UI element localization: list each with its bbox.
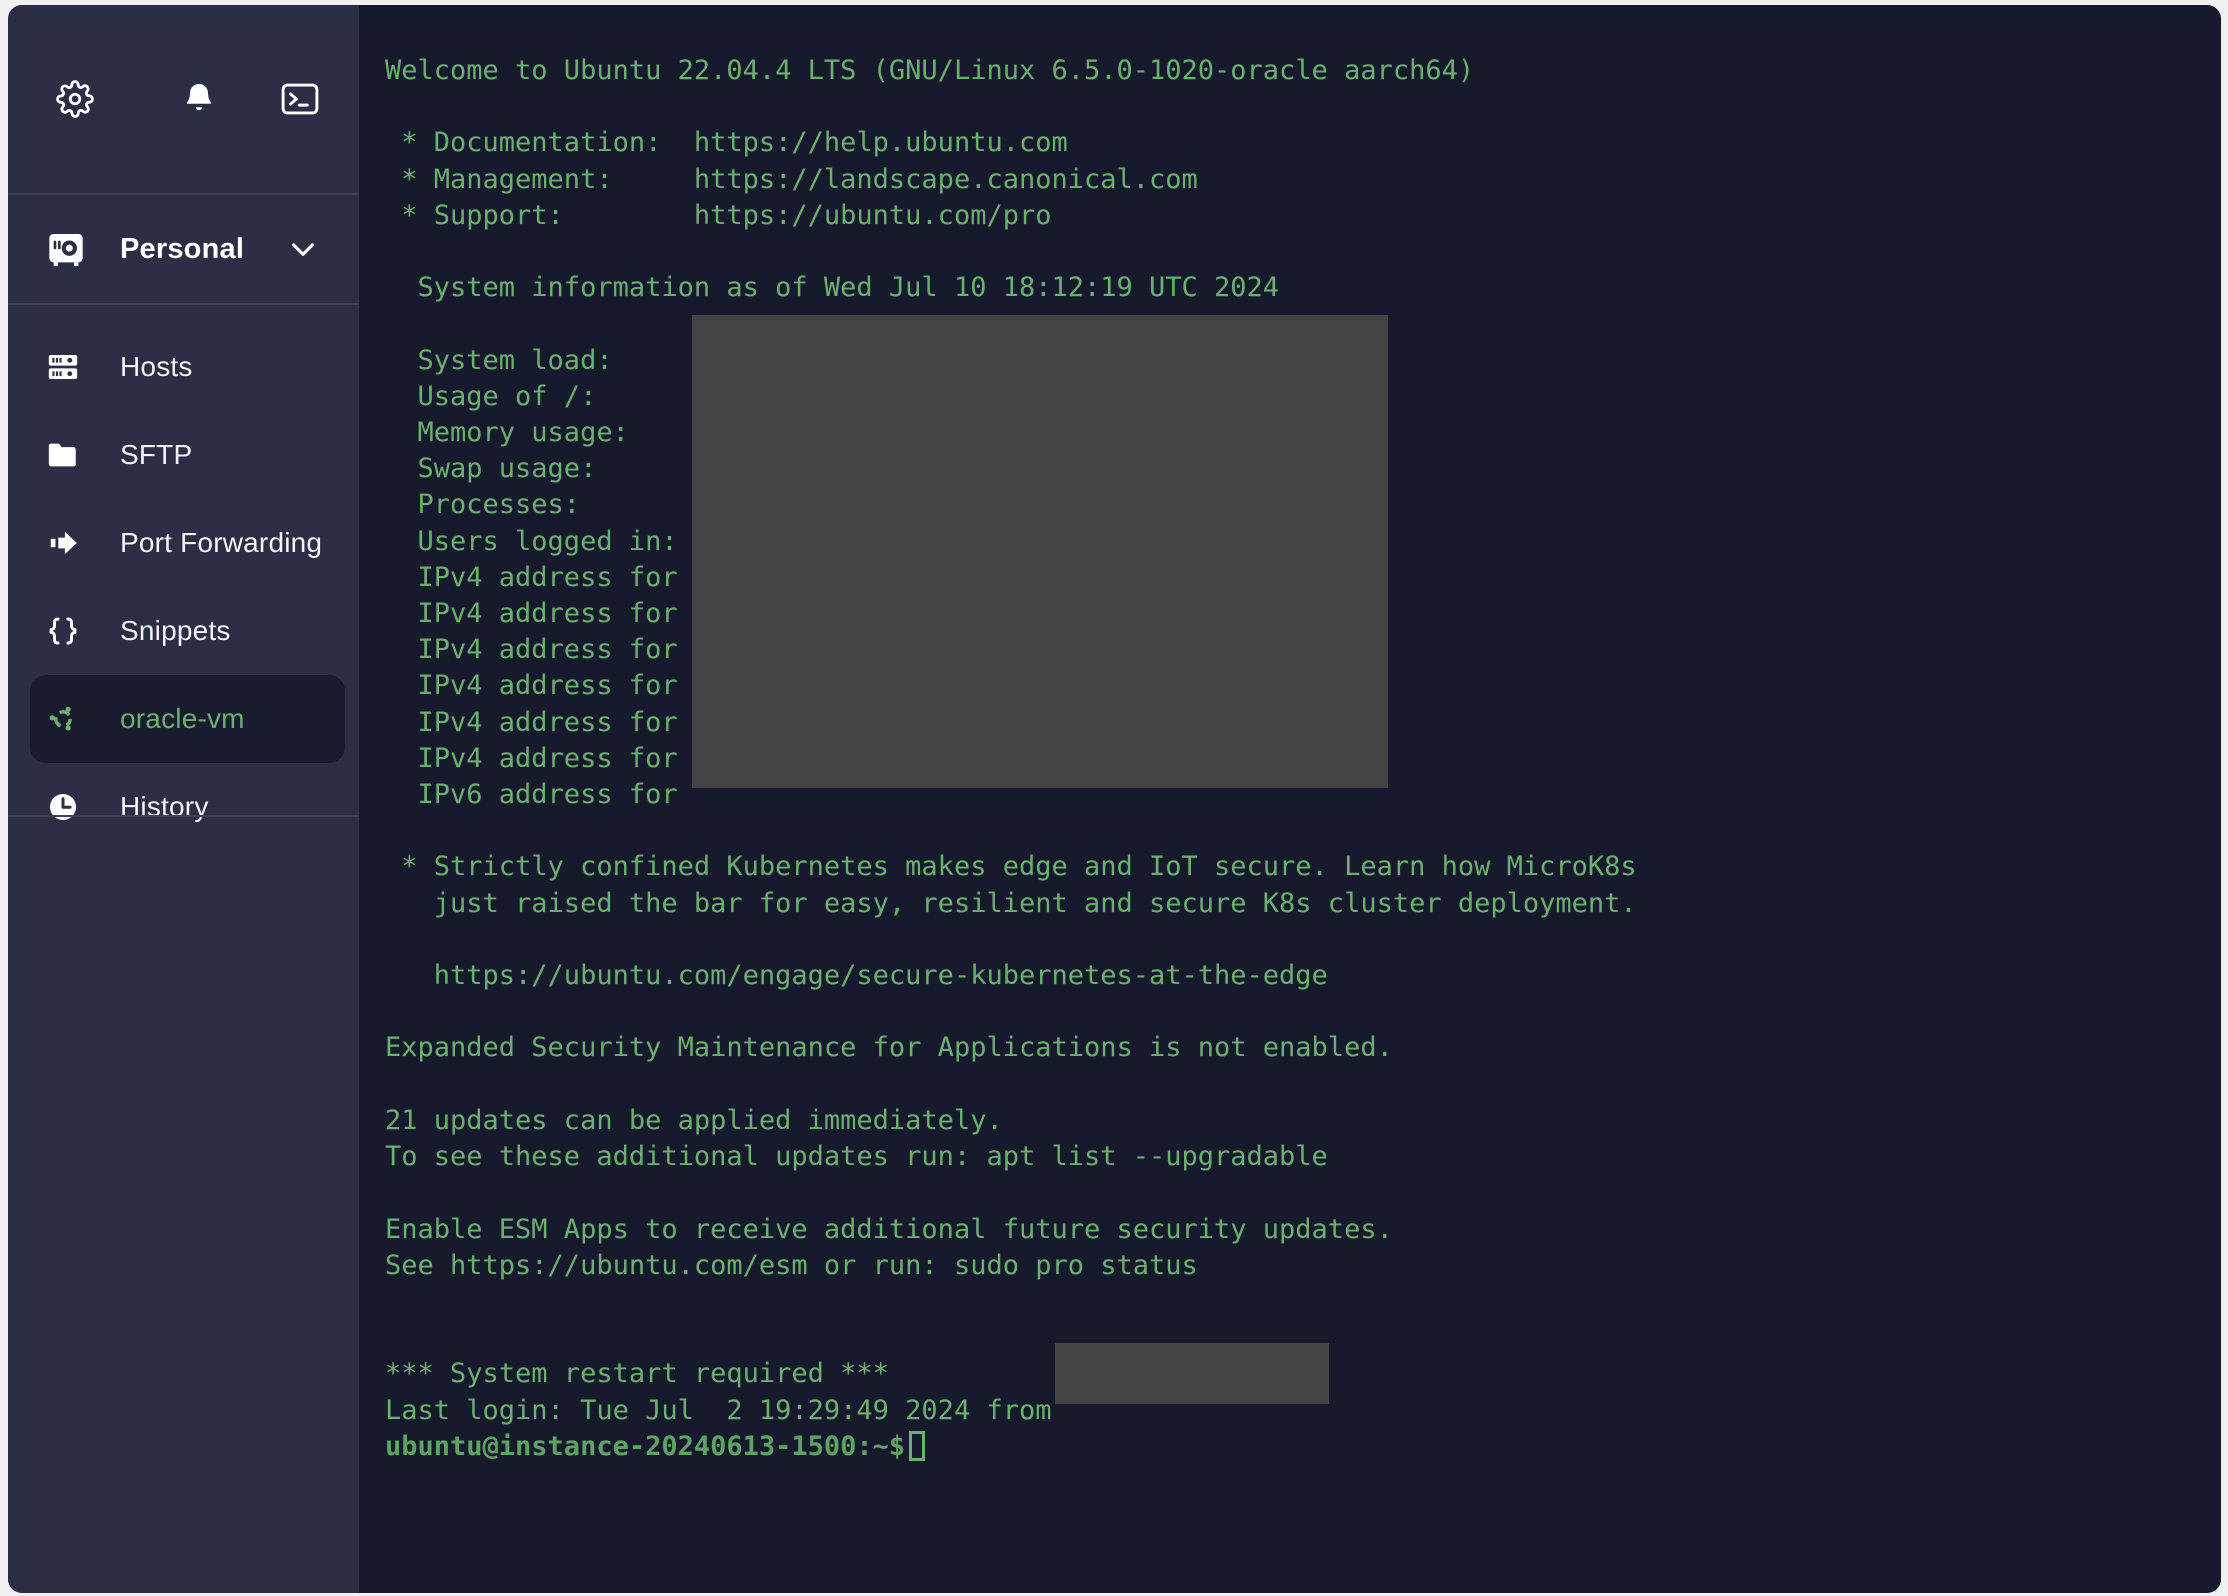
sidebar: Personal Hosts SFTP Port Forwarding Snip… [8, 5, 359, 1593]
clock-icon [46, 790, 98, 824]
vault-icon [46, 229, 98, 269]
sidebar-nav: Hosts SFTP Port Forwarding Snippets orac… [8, 305, 359, 851]
sidebar-item-label: Port Forwarding [120, 527, 323, 558]
sidebar-divider [8, 815, 359, 817]
sidebar-item-label: SFTP [120, 439, 193, 470]
sidebar-item-history[interactable]: History [8, 763, 359, 851]
last-login-host-redaction [1055, 1343, 1329, 1404]
sidebar-item-label: History [120, 791, 209, 822]
sidebar-item-port-forwarding[interactable]: Port Forwarding [8, 499, 359, 587]
terminal-icon[interactable] [281, 83, 319, 115]
braces-icon [46, 614, 98, 648]
terminal-pane[interactable]: Welcome to Ubuntu 22.04.4 LTS (GNU/Linux… [359, 5, 2221, 1593]
app-window: Personal Hosts SFTP Port Forwarding Snip… [8, 5, 2221, 1593]
server-rack-icon [46, 350, 98, 384]
workspace-selector[interactable]: Personal [8, 195, 359, 305]
system-info-values-redaction [692, 315, 1388, 788]
folder-icon [46, 438, 98, 472]
workspace-label: Personal [120, 232, 245, 265]
terminal-cursor [909, 1430, 926, 1461]
sidebar-item-sftp[interactable]: SFTP [8, 411, 359, 499]
sidebar-item-snippets[interactable]: Snippets [8, 587, 359, 675]
sidebar-item-label: Snippets [120, 615, 231, 646]
sidebar-item-label: oracle-vm [120, 703, 245, 734]
sidebar-item-oracle-vm[interactable]: oracle-vm [30, 675, 345, 763]
sidebar-toolbar [8, 5, 359, 195]
sidebar-item-label: Hosts [120, 351, 193, 382]
bell-icon[interactable] [181, 81, 217, 117]
chevron-down-icon[interactable] [287, 233, 319, 265]
gear-icon[interactable] [56, 80, 94, 118]
shell-prompt: ubuntu@instance-20240613-1500:~$ [385, 1430, 906, 1462]
arrow-forward-icon [46, 525, 98, 561]
ubuntu-logo-icon [46, 702, 98, 736]
sidebar-item-hosts[interactable]: Hosts [8, 323, 359, 411]
